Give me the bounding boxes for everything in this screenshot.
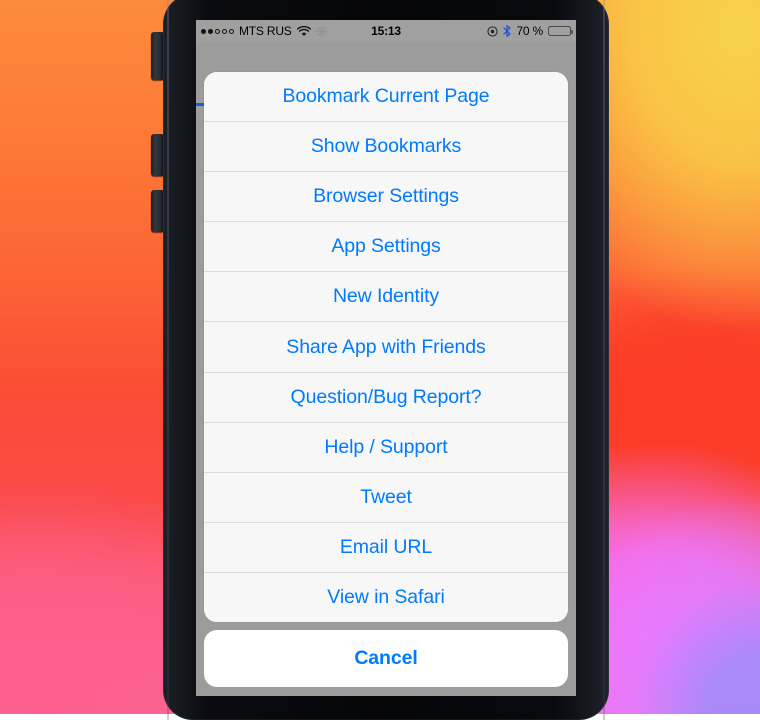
action-sheet-item[interactable]: Bookmark Current Page xyxy=(204,72,568,123)
signal-dot xyxy=(215,28,220,34)
action-sheet-item[interactable]: Help / Support xyxy=(204,422,568,473)
action-sheet-item[interactable]: Share App with Friends xyxy=(204,322,568,373)
signal-dot xyxy=(201,28,206,34)
silent-switch-button[interactable] xyxy=(151,32,163,80)
volume-down-button[interactable] xyxy=(151,190,163,232)
carrier-label: MTS RUS xyxy=(239,24,292,38)
status-bar-right-group: 70 % xyxy=(386,24,573,38)
action-sheet-item[interactable]: Question/Bug Report? xyxy=(204,372,568,423)
action-sheet: Bookmark Current Page Show Bookmarks Brows… xyxy=(204,72,568,687)
signal-dot xyxy=(222,28,227,34)
signal-dot xyxy=(208,28,213,34)
action-sheet-item[interactable]: Tweet xyxy=(204,472,568,523)
location-services-icon xyxy=(487,25,499,37)
cellular-signal-dots-icon xyxy=(201,28,234,34)
sync-spinner-icon xyxy=(315,25,327,37)
action-sheet-item[interactable]: Show Bookmarks xyxy=(204,122,568,173)
action-sheet-item[interactable]: View in Safari xyxy=(204,572,568,622)
action-sheet-item[interactable]: Email URL xyxy=(204,522,568,573)
volume-up-button[interactable] xyxy=(151,134,163,176)
action-sheet-item[interactable]: App Settings xyxy=(204,222,568,273)
phone-screen: MTS RUS 15:13 70 % Bookmark Current Page… xyxy=(196,20,576,696)
phone-right-edge-highlight xyxy=(603,0,605,720)
action-sheet-item[interactable]: New Identity xyxy=(204,272,568,323)
status-bar-left-group: MTS RUS xyxy=(201,24,386,38)
phone-left-edge-highlight xyxy=(167,0,169,720)
cancel-button[interactable]: Cancel xyxy=(204,630,568,687)
bluetooth-icon xyxy=(503,25,512,37)
action-sheet-item[interactable]: Browser Settings xyxy=(204,172,568,223)
wifi-icon xyxy=(296,25,311,37)
action-sheet-options-list: Bookmark Current Page Show Bookmarks Brows… xyxy=(204,72,568,622)
battery-percent-label: 70 % xyxy=(516,24,543,38)
battery-icon xyxy=(548,26,573,36)
status-bar: MTS RUS 15:13 70 % xyxy=(196,20,576,42)
signal-dot xyxy=(229,28,234,34)
